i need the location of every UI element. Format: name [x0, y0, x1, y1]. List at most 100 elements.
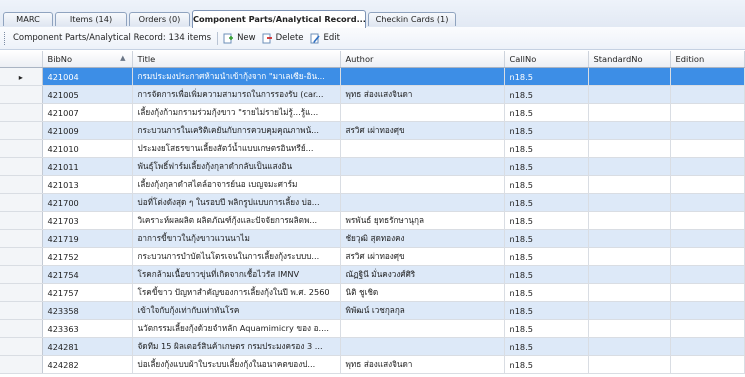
cell-edition[interactable] [670, 193, 745, 212]
cell-bibno[interactable]: 421754 [42, 265, 133, 284]
cell-bibno[interactable]: 421009 [42, 121, 133, 140]
cell-title[interactable]: เข้าใจกับกุ้งเท่ากับเท่าทันโรค [132, 301, 341, 320]
cell-bibno[interactable]: 421700 [42, 193, 133, 212]
cell-edition[interactable] [670, 67, 745, 86]
cell-callno[interactable]: n18.5 [504, 301, 589, 320]
cell-bibno[interactable]: 421757 [42, 283, 133, 302]
cell-standardno[interactable] [588, 139, 671, 158]
cell-author[interactable] [340, 103, 505, 122]
cell-standardno[interactable] [588, 175, 671, 194]
cell-bibno[interactable]: 421013 [42, 175, 133, 194]
cell-title[interactable]: จัดทีม 15 ผิลเตอร์สินค้าเกษตร กรมประมงคร… [132, 337, 341, 356]
cell-bibno[interactable]: 421007 [42, 103, 133, 122]
cell-edition[interactable] [670, 355, 745, 374]
cell-bibno[interactable]: 424282 [42, 355, 133, 374]
table-row[interactable]: 421754 โรคกล้ามเนื้อขาวขุ่นที่เกิดจากเชื้… [0, 265, 745, 284]
cell-bibno[interactable]: 421011 [42, 157, 133, 176]
cell-callno[interactable]: n18.5 [504, 157, 589, 176]
table-row[interactable]: 423363 นวัตกรรมเลี้ยงกุ้งด้วยจำหลัก Aquam… [0, 319, 745, 338]
cell-title[interactable]: วิเคราะห์ผลผลิต ผลิตภัณฑ์กุ้งและปัจจัยกา… [132, 211, 341, 230]
cell-author[interactable]: สรวิศ เผ่าทองศุข [340, 121, 505, 140]
cell-author[interactable] [340, 337, 505, 356]
cell-edition[interactable] [670, 103, 745, 122]
tab-marc[interactable]: MARC [3, 12, 53, 26]
row-indicator[interactable] [0, 319, 43, 338]
cell-standardno[interactable] [588, 193, 671, 212]
row-indicator[interactable] [0, 355, 43, 374]
cell-title[interactable]: โรคขี้ขาว ปัญหาสำคัญของการเลี้ยงกุ้งในปี… [132, 283, 341, 302]
cell-author[interactable]: ชัยวุฒิ สุดทองคง [340, 229, 505, 248]
table-row[interactable]: 424281 จัดทีม 15 ผิลเตอร์สินค้าเกษตร กรมป… [0, 337, 745, 356]
row-indicator[interactable] [0, 139, 43, 158]
cell-title[interactable]: พันธุ์โพธิ์ฟาร์มเลี้ยงกุ้งกุลาดำกลับเป็น… [132, 157, 341, 176]
cell-title[interactable]: อาการขี้ขาวในกุ้งขาวแวนนาไม [132, 229, 341, 248]
column-header-title[interactable]: Title [132, 51, 341, 68]
delete-button[interactable]: Delete [262, 33, 304, 44]
row-indicator[interactable]: ▸ [0, 67, 43, 86]
row-indicator[interactable] [0, 157, 43, 176]
cell-callno[interactable]: n18.5 [504, 319, 589, 338]
cell-bibno[interactable]: 421703 [42, 211, 133, 230]
table-row[interactable]: 421005 การจัดการเพื่อเพิ่มความสามารถในการ… [0, 85, 745, 104]
cell-bibno[interactable]: 421004 [42, 67, 133, 86]
cell-title[interactable]: นวัตกรรมเลี้ยงกุ้งด้วยจำหลัก Aquamimicry… [132, 319, 341, 338]
table-row[interactable]: 421009 กระบวนการในเคริติเคยันกับการควบคุม… [0, 121, 745, 140]
row-indicator[interactable] [0, 247, 43, 266]
cell-bibno[interactable]: 421010 [42, 139, 133, 158]
cell-edition[interactable] [670, 157, 745, 176]
row-indicator[interactable] [0, 175, 43, 194]
cell-bibno[interactable]: 423363 [42, 319, 133, 338]
column-header-edition[interactable]: Edition [670, 51, 745, 68]
cell-standardno[interactable] [588, 247, 671, 266]
cell-author[interactable] [340, 67, 505, 86]
cell-callno[interactable]: n18.5 [504, 103, 589, 122]
row-indicator[interactable] [0, 121, 43, 140]
cell-callno[interactable]: n18.5 [504, 85, 589, 104]
table-row[interactable]: 424282 บ่อเลี้ยงกุ้งแบบผ้าใบระบบเลี้ยงกุ้… [0, 355, 745, 374]
cell-standardno[interactable] [588, 355, 671, 374]
cell-title[interactable]: บ่อเลี้ยงกุ้งแบบผ้าใบระบบเลี้ยงกุ้งในอนา… [132, 355, 341, 374]
cell-author[interactable] [340, 175, 505, 194]
table-row[interactable]: 421719 อาการขี้ขาวในกุ้งขาวแวนนาไม ชัยวุฒิ… [0, 229, 745, 248]
table-row[interactable]: 423358 เข้าใจกับกุ้งเท่ากับเท่าทันโรค พิพั… [0, 301, 745, 320]
cell-edition[interactable] [670, 85, 745, 104]
cell-author[interactable]: ณัฏฐินี มั่นคงวงศ์ศิริ [340, 265, 505, 284]
column-header-standardno[interactable]: StandardNo [588, 51, 671, 68]
column-header-bibno[interactable]: BibNo ▲ [42, 51, 133, 68]
cell-edition[interactable] [670, 265, 745, 284]
cell-standardno[interactable] [588, 121, 671, 140]
cell-standardno[interactable] [588, 67, 671, 86]
cell-edition[interactable] [670, 211, 745, 230]
cell-standardno[interactable] [588, 157, 671, 176]
cell-callno[interactable]: n18.5 [504, 193, 589, 212]
cell-title[interactable]: การจัดการเพื่อเพิ่มความสามารถในการรองรับ… [132, 85, 341, 104]
table-row[interactable]: 421752 กระบวนการบำบัดไนโตรเจนในการเลี้ยงก… [0, 247, 745, 266]
row-indicator[interactable] [0, 283, 43, 302]
cell-edition[interactable] [670, 283, 745, 302]
row-indicator[interactable] [0, 265, 43, 284]
cell-author[interactable] [340, 319, 505, 338]
cell-edition[interactable] [670, 247, 745, 266]
cell-author[interactable]: นิติ ชูเชิด [340, 283, 505, 302]
cell-edition[interactable] [670, 175, 745, 194]
table-row[interactable]: 421700 บ่อที่โต่งดังสุด ๆ ในรอบปี พลิกรูป… [0, 193, 745, 212]
cell-callno[interactable]: n18.5 [504, 355, 589, 374]
cell-standardno[interactable] [588, 211, 671, 230]
cell-author[interactable]: พิพัฒน์ เวชกุลกุล [340, 301, 505, 320]
cell-edition[interactable] [670, 121, 745, 140]
tab-checkin-cards[interactable]: Checkin Cards (1) [368, 12, 456, 26]
cell-bibno[interactable]: 423358 [42, 301, 133, 320]
cell-callno[interactable]: n18.5 [504, 211, 589, 230]
table-row[interactable]: 421011 พันธุ์โพธิ์ฟาร์มเลี้ยงกุ้งกุลาดำกล… [0, 157, 745, 176]
row-indicator[interactable] [0, 85, 43, 104]
toolbar-grip[interactable] [4, 31, 8, 45]
row-indicator[interactable] [0, 193, 43, 212]
cell-standardno[interactable] [588, 229, 671, 248]
cell-bibno[interactable]: 421719 [42, 229, 133, 248]
cell-title[interactable]: โรคกล้ามเนื้อขาวขุ่นที่เกิดจากเชื้อไวรัส… [132, 265, 341, 284]
table-row[interactable]: 421757 โรคขี้ขาว ปัญหาสำคัญของการเลี้ยงกุ… [0, 283, 745, 302]
cell-author[interactable]: พรพันธ์ ยุทธรักษานุกุล [340, 211, 505, 230]
cell-author[interactable] [340, 139, 505, 158]
cell-bibno[interactable]: 424281 [42, 337, 133, 356]
cell-title[interactable]: กระบวนการบำบัดไนโตรเจนในการเลี้ยงกุ้งระบ… [132, 247, 341, 266]
